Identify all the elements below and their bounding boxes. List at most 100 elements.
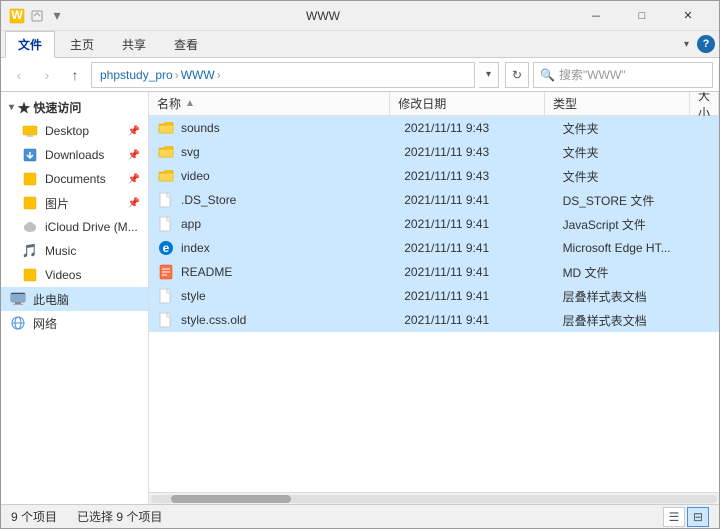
network-icon (9, 314, 27, 332)
documents-pin-icon: 📌 (128, 174, 140, 185)
sidebar-item-documents[interactable]: Documents 📌 (1, 167, 148, 191)
sidebar-section-quick-access[interactable]: ▾ ★ 快速访问 (1, 96, 148, 119)
sidebar-item-icloud[interactable]: iCloud Drive (M... (1, 215, 148, 239)
quick-access-icon[interactable] (29, 8, 45, 24)
svg-text:e: e (163, 241, 170, 255)
pictures-icon (21, 194, 39, 212)
tab-share[interactable]: 共享 (109, 31, 159, 58)
file-list-container: 名称 ▲ 修改日期 类型 大小 sounds 2021/11/11 9:43 文… (149, 92, 719, 504)
file-date-cell: 2021/11/11 9:43 (396, 140, 554, 164)
table-row[interactable]: e index 2021/11/11 9:41 Microsoft Edge H… (149, 236, 719, 260)
desktop-icon (21, 122, 39, 140)
maximize-button[interactable]: □ (619, 1, 665, 31)
sidebar-item-network[interactable]: 网络 (1, 311, 148, 335)
file-size-cell (703, 140, 719, 164)
search-placeholder: 搜索"WWW" (559, 66, 626, 83)
table-row[interactable]: svg 2021/11/11 9:43 文件夹 (149, 140, 719, 164)
file-type-cell: 层叠样式表文档 (555, 284, 703, 308)
file-size-cell (703, 212, 719, 236)
sidebar-item-videos[interactable]: Videos (1, 263, 148, 287)
this-pc-label: 此电脑 (33, 291, 69, 308)
up-button[interactable]: ↑ (63, 63, 87, 87)
file-icon: e (157, 239, 175, 257)
downloads-pin-icon: 📌 (128, 150, 140, 161)
file-date-cell: 2021/11/11 9:41 (396, 260, 554, 284)
table-row[interactable]: style 2021/11/11 9:41 层叠样式表文档 (149, 284, 719, 308)
table-row[interactable]: video 2021/11/11 9:43 文件夹 (149, 164, 719, 188)
file-icon (157, 143, 175, 161)
sidebar-item-this-pc[interactable]: 此电脑 (1, 287, 148, 311)
view-detail-button[interactable]: ⊟ (687, 507, 709, 527)
file-list-header: 名称 ▲ 修改日期 类型 大小 (149, 92, 719, 116)
close-button[interactable]: ✕ (665, 1, 711, 31)
file-name-cell: README (149, 260, 396, 284)
sidebar-item-pictures[interactable]: 图片 📌 (1, 191, 148, 215)
file-name: .DS_Store (181, 193, 236, 207)
file-type-cell: 文件夹 (555, 116, 703, 140)
search-box[interactable]: 🔍 搜索"WWW" (533, 62, 713, 88)
file-name: app (181, 217, 201, 231)
file-list-scrollbar[interactable] (149, 492, 719, 504)
view-list-button[interactable]: ☰ (663, 507, 685, 527)
minimize-button[interactable]: － (573, 1, 619, 31)
refresh-button[interactable]: ↻ (505, 62, 529, 88)
file-name-cell: sounds (149, 116, 396, 140)
back-button[interactable]: ‹ (7, 63, 31, 87)
help-button[interactable]: ? (697, 35, 715, 53)
file-name: style (181, 289, 206, 303)
sidebar-item-downloads[interactable]: Downloads 📌 (1, 143, 148, 167)
search-icon: 🔍 (540, 68, 555, 82)
tab-file[interactable]: 文件 (5, 31, 55, 58)
breadcrumb-www[interactable]: WWW (181, 68, 215, 82)
sidebar-item-desktop[interactable]: Desktop 📌 (1, 119, 148, 143)
music-icon: 🎵 (21, 242, 39, 260)
file-type-cell: MD 文件 (555, 260, 703, 284)
scrollbar-thumb[interactable] (171, 495, 291, 503)
desktop-label: Desktop (45, 124, 89, 138)
col-header-type[interactable]: 类型 (545, 92, 690, 115)
table-row[interactable]: sounds 2021/11/11 9:43 文件夹 (149, 116, 719, 140)
file-name-cell: .DS_Store (149, 188, 396, 212)
window-controls: － □ ✕ (573, 1, 711, 31)
file-type-cell: JavaScript 文件 (555, 212, 703, 236)
file-size-cell (703, 236, 719, 260)
tab-home[interactable]: 主页 (57, 31, 107, 58)
title-bar-icons: W ▾ (9, 8, 65, 24)
file-name-cell: e index (149, 236, 396, 260)
file-type-cell: DS_STORE 文件 (555, 188, 703, 212)
ribbon-collapse-button[interactable]: ▾ (680, 37, 693, 52)
sort-arrow-name: ▲ (185, 98, 195, 109)
item-count: 9 个项目 (11, 508, 57, 525)
table-row[interactable]: README 2021/11/11 9:41 MD 文件 (149, 260, 719, 284)
col-header-size[interactable]: 大小 (690, 92, 719, 115)
tab-view[interactable]: 查看 (161, 31, 211, 58)
breadcrumb-phpstudy[interactable]: phpstudy_pro (100, 68, 173, 82)
table-row[interactable]: .DS_Store 2021/11/11 9:41 DS_STORE 文件 (149, 188, 719, 212)
desktop-pin-icon: 📌 (128, 126, 140, 137)
col-header-date[interactable]: 修改日期 (390, 92, 545, 115)
documents-icon (21, 170, 39, 188)
address-dropdown-button[interactable]: ▾ (479, 62, 499, 88)
table-row[interactable]: app 2021/11/11 9:41 JavaScript 文件 (149, 212, 719, 236)
downloads-icon (21, 146, 39, 164)
nav-icon[interactable]: ▾ (49, 8, 65, 24)
breadcrumb-sep2: › (217, 68, 221, 82)
file-size-cell (703, 260, 719, 284)
file-icon (157, 191, 175, 209)
address-bar: ‹ › ↑ phpstudy_pro › WWW › ▾ ↻ 🔍 搜索"WWW" (1, 58, 719, 92)
file-type-cell: 文件夹 (555, 140, 703, 164)
table-row[interactable]: style.css.old 2021/11/11 9:41 层叠样式表文档 (149, 308, 719, 332)
file-name-cell: style (149, 284, 396, 308)
scrollbar-track[interactable] (151, 495, 717, 503)
sidebar-item-music[interactable]: 🎵 Music (1, 239, 148, 263)
forward-button[interactable]: › (35, 63, 59, 87)
file-date-cell: 2021/11/11 9:43 (396, 116, 554, 140)
address-breadcrumb[interactable]: phpstudy_pro › WWW › (91, 62, 475, 88)
quick-access-arrow: ▾ (9, 102, 14, 113)
file-icon (157, 119, 175, 137)
file-date-cell: 2021/11/11 9:41 (396, 188, 554, 212)
file-name-cell: svg (149, 140, 396, 164)
col-header-name[interactable]: 名称 ▲ (149, 92, 390, 115)
file-icon (157, 263, 175, 281)
file-size-cell (703, 164, 719, 188)
